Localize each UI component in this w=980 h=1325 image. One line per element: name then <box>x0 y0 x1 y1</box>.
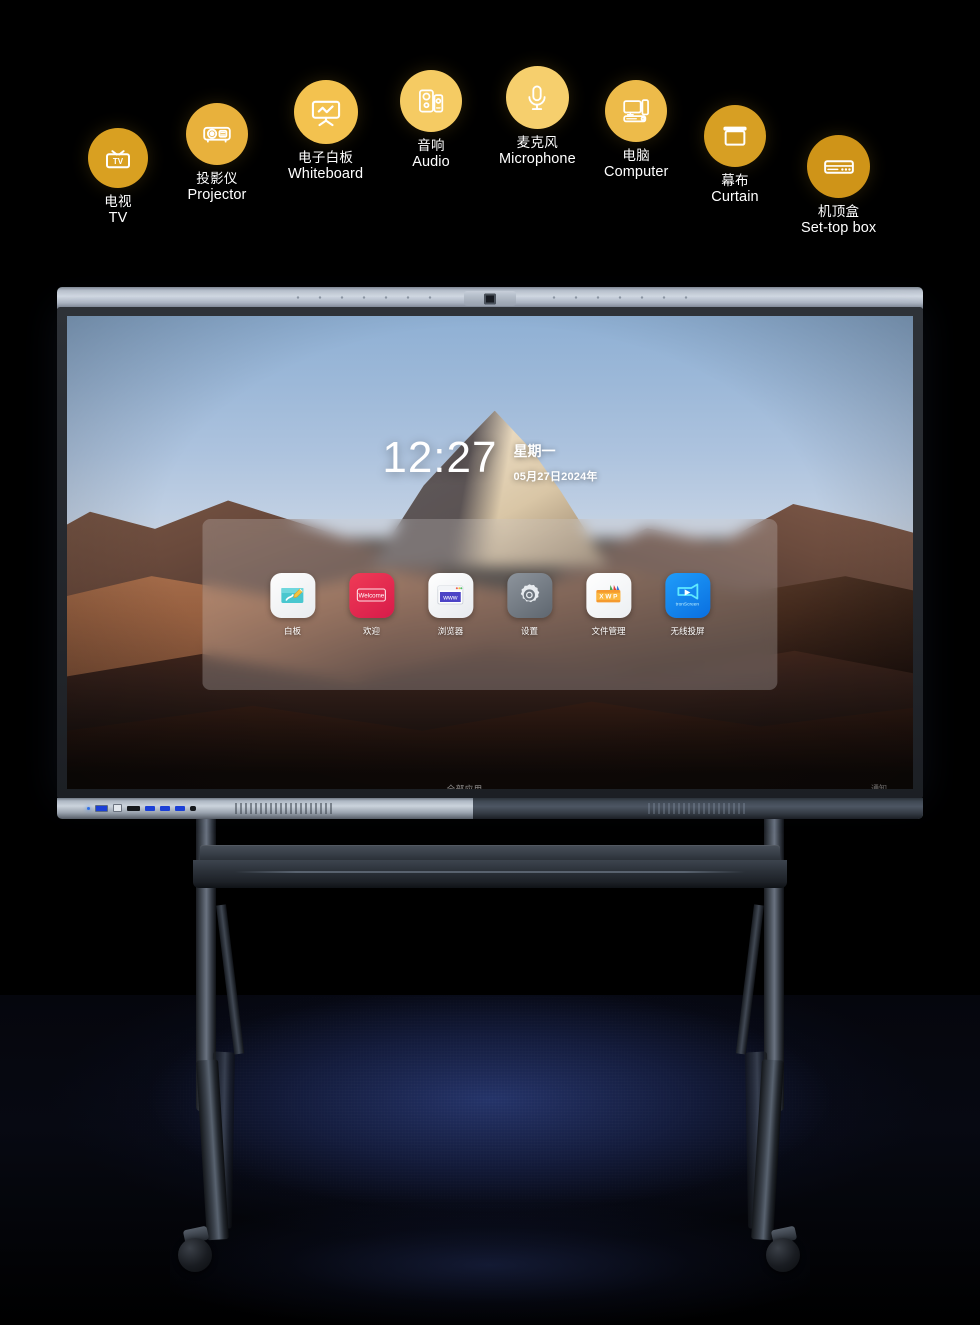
settopbox-icon <box>807 135 871 198</box>
computer-icon <box>605 80 668 142</box>
audio-jack-icon[interactable] <box>190 805 196 811</box>
wireless-cast-app-icon: tronScreen <box>664 572 710 618</box>
svg-text:tronScreen: tronScreen <box>676 601 700 607</box>
all-apps-button[interactable]: 全部应用 <box>447 783 483 789</box>
svg-text:www: www <box>442 594 458 601</box>
speaker-icon <box>400 70 462 132</box>
app-dock: 白板 Welcome 欢迎 www 浏览器 设置 X W P 文件管理 tron… <box>202 519 778 690</box>
hdmi-port-icon[interactable] <box>127 805 140 811</box>
stand-tray-groove <box>235 871 745 873</box>
dock-app-label-settings: 设置 <box>520 625 538 636</box>
stand-tray-top <box>200 845 780 862</box>
display-top-bezel <box>57 287 923 309</box>
microphone-icon <box>505 66 569 129</box>
interactive-flat-panel: 12:27 星期一 05月27日2024年 白板 Welcome 欢迎 www … <box>57 287 923 819</box>
power-led-icon <box>87 806 90 810</box>
feature-item-settopbox[interactable]: 机顶盒 Set-top box <box>801 135 876 237</box>
io-port-cluster <box>87 804 196 812</box>
clock-time: 12:27 <box>382 432 498 482</box>
usb-port-c-icon[interactable] <box>175 805 185 811</box>
dock-app-browser[interactable]: www 浏览器 <box>424 572 476 637</box>
feature-label-tv: 电视 TV <box>104 194 132 226</box>
dock-app-cast[interactable]: tronScreen 无线投屏 <box>661 572 713 637</box>
clock-date: 05月27日2024年 <box>513 470 598 483</box>
feature-icon-strip: TV 电视 TV 投影仪 Projector 电子白板 Whiteboard 音… <box>0 0 980 265</box>
top-bezel-vent-right <box>543 296 693 299</box>
camera-module <box>464 291 516 306</box>
projector-icon <box>186 103 248 165</box>
feature-label-audio: 音响 Audio <box>412 138 450 170</box>
feature-label-settopbox: 机顶盒 Set-top box <box>801 204 877 236</box>
dock-app-label-cast: 无线投屏 <box>670 625 705 636</box>
stand-tray-body <box>193 860 787 888</box>
feature-item-tv[interactable]: TV 电视 TV <box>88 128 148 227</box>
clock-weekday: 星期一 <box>513 442 556 459</box>
feature-label-whiteboard: 电子白板 Whiteboard <box>288 150 364 182</box>
svg-text:Welcome: Welcome <box>359 592 385 599</box>
curtain-icon <box>704 105 766 167</box>
dock-app-welcome[interactable]: Welcome 欢迎 <box>345 572 397 637</box>
svg-text:TV: TV <box>113 157 124 166</box>
feature-label-projector: 投影仪 Projector <box>187 171 247 203</box>
floor-spotlight-glow <box>170 1205 810 1325</box>
sd-card-slot-icon[interactable] <box>113 804 122 812</box>
product-hero-scene: TV 电视 TV 投影仪 Projector 电子白板 Whiteboard 音… <box>0 0 980 1325</box>
lockscreen-clock: 12:27 星期一 05月27日2024年 <box>382 432 597 484</box>
dock-app-label-browser: 浏览器 <box>437 625 464 636</box>
speaker-grille-right <box>648 803 748 814</box>
welcome-app-icon: Welcome <box>348 572 394 618</box>
usb-port-a-icon[interactable] <box>145 805 155 811</box>
feature-item-whiteboard[interactable]: 电子白板 Whiteboard <box>288 80 363 183</box>
feature-item-curtain[interactable]: 幕布 Curtain <box>704 105 766 206</box>
dock-app-settings[interactable]: 设置 <box>503 572 555 637</box>
dock-app-whiteboard[interactable]: 白板 <box>266 572 318 637</box>
svg-text:X W P: X W P <box>599 594 618 601</box>
browser-app-icon: www <box>427 572 473 618</box>
feature-label-computer: 电脑 Computer <box>604 148 669 180</box>
speaker-grille-left <box>235 803 335 814</box>
whiteboard-app-icon <box>269 572 315 618</box>
dock-app-filemanager[interactable]: X W P 文件管理 <box>582 572 634 637</box>
usb3-port-icon[interactable] <box>95 804 108 812</box>
top-bezel-vent-left <box>287 296 437 299</box>
screen-corner-label[interactable]: 通知 <box>871 783 887 789</box>
whiteboard-icon <box>293 80 358 144</box>
dock-app-label-welcome: 欢迎 <box>362 625 380 636</box>
dock-app-label-filemanager: 文件管理 <box>591 625 626 636</box>
dock-app-label-whiteboard: 白板 <box>283 625 301 636</box>
feature-label-microphone: 麦克风 Microphone <box>499 135 576 167</box>
tv-icon: TV <box>88 128 148 188</box>
clock-date-block: 星期一 05月27日2024年 <box>513 437 597 484</box>
display-frame: 12:27 星期一 05月27日2024年 白板 Welcome 欢迎 www … <box>57 307 923 799</box>
feature-item-audio[interactable]: 音响 Audio <box>400 70 462 171</box>
file-manager-app-icon: X W P <box>585 572 631 618</box>
settings-app-icon <box>506 572 552 618</box>
usb-port-b-icon[interactable] <box>160 805 170 811</box>
display-bottom-bezel <box>57 798 923 819</box>
feature-item-projector[interactable]: 投影仪 Projector <box>186 103 248 204</box>
feature-item-microphone[interactable]: 麦克风 Microphone <box>499 66 576 168</box>
camera-lens-icon <box>484 293 496 304</box>
feature-label-curtain: 幕布 Curtain <box>711 173 759 205</box>
feature-item-computer[interactable]: 电脑 Computer <box>604 80 668 181</box>
display-panel[interactable]: 12:27 星期一 05月27日2024年 白板 Welcome 欢迎 www … <box>67 316 913 789</box>
